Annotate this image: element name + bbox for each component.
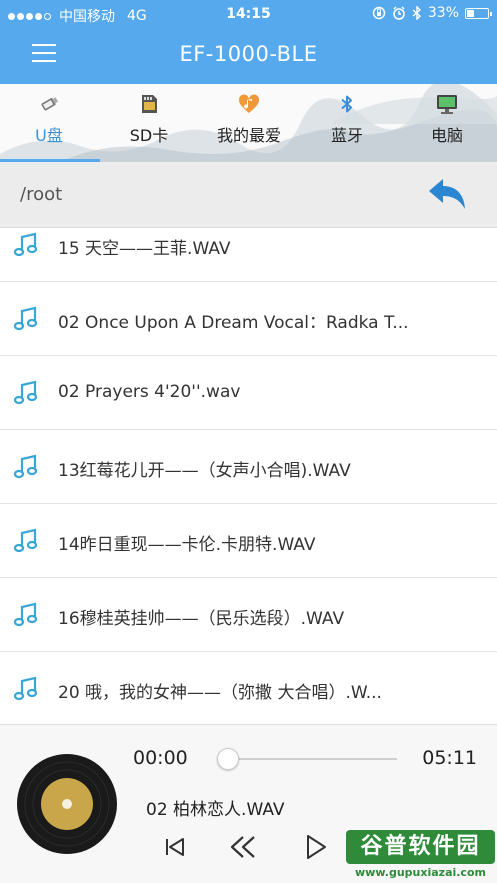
back-arrow-icon: [429, 179, 465, 209]
tab-label: 我的最爱: [216, 126, 281, 145]
watermark: 谷普软件园 www.gupuxiazai.com: [346, 830, 495, 880]
file-name: 02 Prayers 4'20''.wav: [58, 381, 241, 402]
navigation-bar: EF-1000-BLE: [0, 30, 497, 84]
music-note-icon: [13, 380, 38, 404]
favorite-heart-icon: [238, 94, 260, 113]
music-note-icon: [13, 454, 38, 478]
music-note-icon: [13, 232, 38, 256]
list-item[interactable]: 14昨日重现——卡伦.卡朋特.WAV: [0, 504, 497, 578]
list-item[interactable]: 16穆桂英挂帅——（民乐选段）.WAV: [0, 578, 497, 652]
play-button[interactable]: [298, 831, 332, 863]
progress-knob[interactable]: [217, 748, 239, 770]
skip-previous-icon: [166, 838, 184, 856]
play-icon: [307, 835, 326, 859]
tab-favorites[interactable]: 我的最爱: [204, 92, 294, 156]
music-note-icon: [13, 602, 38, 626]
source-tabs: U盘 SD卡 我的最爱 蓝牙 电脑: [0, 84, 497, 162]
watermark-logo: 谷普软件园: [346, 830, 495, 864]
file-name: 16穆桂英挂帅——（民乐选段）.WAV: [58, 608, 345, 629]
music-note-icon: [13, 306, 38, 330]
skip-previous-button[interactable]: [158, 831, 192, 863]
file-name: 20 哦，我的女神——（弥撒 大合唱）.W...: [58, 682, 382, 703]
music-note-icon: [13, 528, 38, 552]
tab-label: U盘: [35, 126, 63, 145]
progress-slider[interactable]: [217, 747, 397, 771]
tab-label: SD卡: [129, 126, 169, 145]
file-name: 14昨日重现——卡伦.卡朋特.WAV: [58, 534, 316, 555]
bluetooth-status-icon: [412, 6, 421, 20]
file-list: 15 天空——王菲.WAV 02 Once Upon A Dream Vocal…: [0, 228, 497, 724]
total-time: 05:11: [422, 747, 477, 769]
rewind-button[interactable]: [226, 831, 260, 863]
tab-usb[interactable]: U盘: [4, 92, 94, 156]
list-item[interactable]: 02 Prayers 4'20''.wav: [0, 356, 497, 430]
list-item[interactable]: 20 哦，我的女神——（弥撒 大合唱）.W...: [0, 652, 497, 724]
vinyl-record-icon: [17, 754, 117, 854]
watermark-url: www.gupuxiazai.com: [355, 866, 486, 879]
list-item[interactable]: 15 天空——王菲.WAV: [0, 228, 497, 282]
battery-percent: 33%: [427, 5, 459, 21]
file-name: 13红莓花儿开——（女声小合唱).WAV: [58, 460, 351, 481]
alarm-icon: [393, 6, 405, 20]
music-note-icon: [13, 676, 38, 700]
list-item[interactable]: 02 Once Upon A Dream Vocal：Radka T...: [0, 282, 497, 356]
status-bar: 中国移动 4G 14:15 33%: [0, 0, 497, 30]
tab-sd-card[interactable]: SD卡: [104, 92, 194, 156]
battery-icon: [465, 7, 492, 19]
sd-card-icon: [142, 95, 157, 113]
tab-computer[interactable]: 电脑: [402, 92, 492, 156]
current-path: /root: [20, 184, 63, 205]
list-item[interactable]: 13红莓花儿开——（女声小合唱).WAV: [0, 430, 497, 504]
bluetooth-icon: [341, 95, 352, 113]
rotation-lock-icon: [372, 6, 386, 20]
computer-icon: [437, 95, 457, 114]
current-time: 00:00: [133, 747, 188, 769]
now-playing-title: 02 柏林恋人.WAV: [146, 800, 285, 820]
file-name: 15 天空——王菲.WAV: [58, 238, 231, 259]
page-title: EF-1000-BLE: [179, 42, 318, 66]
tab-label: 电脑: [430, 126, 463, 145]
tab-label: 蓝牙: [330, 126, 363, 145]
usb-drive-icon: [41, 97, 59, 111]
file-name: 02 Once Upon A Dream Vocal：Radka T...: [58, 312, 409, 333]
path-bar: /root: [0, 162, 497, 228]
back-button[interactable]: [427, 176, 467, 212]
tab-bluetooth[interactable]: 蓝牙: [302, 92, 392, 156]
rewind-icon: [230, 836, 255, 858]
